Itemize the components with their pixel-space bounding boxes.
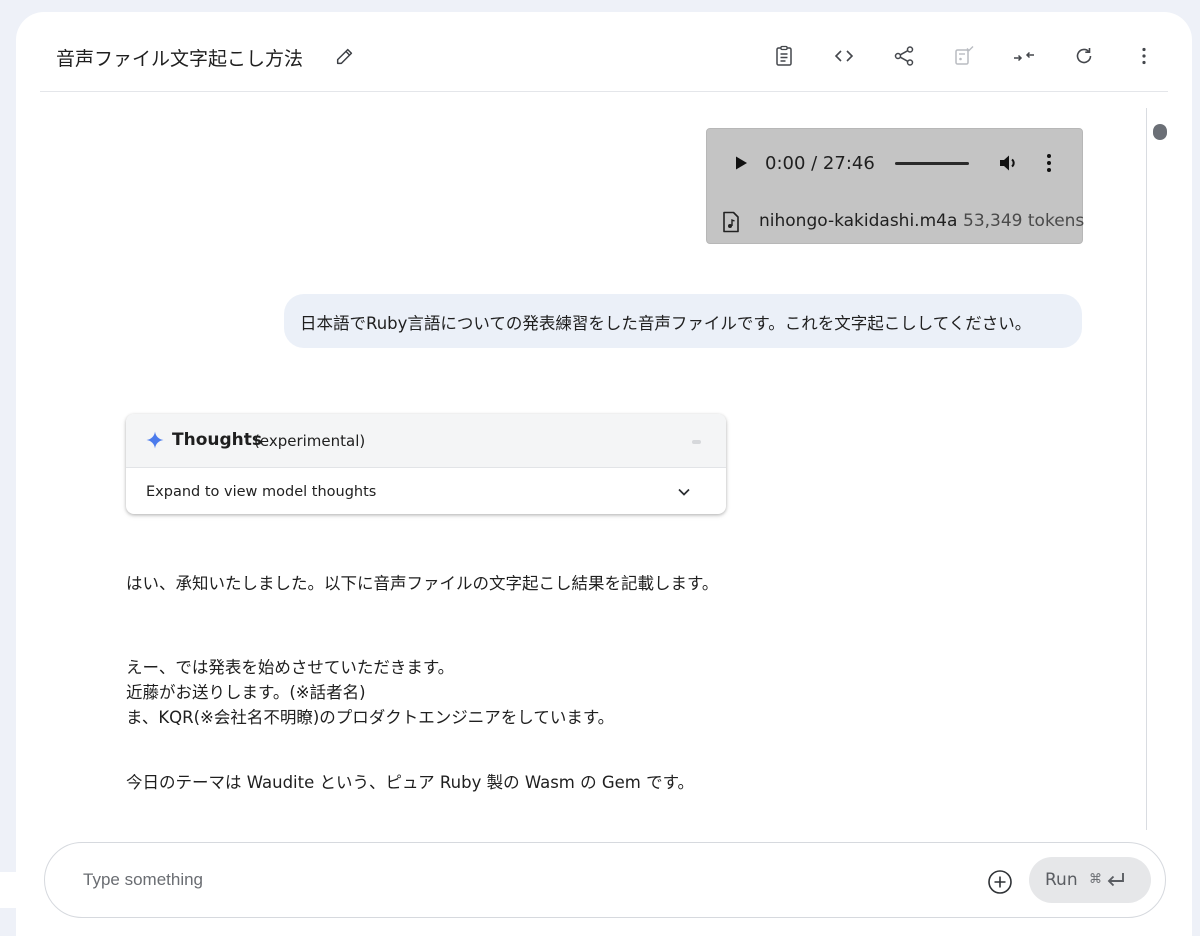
code-icon[interactable] [832,44,856,68]
chat-card: 音声ファイル文字起こし方法 0:00 / 27:46 nihongo-kakid… [16,12,1192,936]
clipboard-icon[interactable] [772,44,796,68]
add-circle-icon[interactable] [987,869,1013,895]
left-edge-strip [0,872,16,908]
spark-icon [146,431,164,449]
run-button-label: Run [1045,870,1078,890]
audio-time: 0:00 / 27:46 [765,153,875,174]
edit-icon[interactable] [334,45,356,67]
more-vert-icon[interactable] [1132,44,1156,68]
response-intro: はい、承知いたしました。以下に音声ファイルの文字起こし結果を記載します。 [126,574,719,593]
response-line: ま、KQR(※会社名不明瞭)のプロダクトエンジニアをしています。 [126,708,615,727]
refresh-icon[interactable] [1072,44,1096,68]
share-icon[interactable] [892,44,916,68]
audio-more-icon[interactable] [1039,151,1059,175]
audio-progress-slider[interactable] [895,162,969,165]
page-title: 音声ファイル文字起こし方法 [56,48,304,70]
scrollbar-thumb[interactable] [1153,124,1167,140]
command-key-icon: ⌘ [1089,872,1102,887]
response-line: 近藤がお送りします。(※話者名) [126,683,366,702]
volume-icon[interactable] [997,151,1021,175]
scrollbar[interactable] [1146,108,1168,830]
play-icon[interactable] [733,155,749,171]
chevron-down-icon[interactable] [674,482,694,502]
response-line: えー、では発表を始めさせていただきます。 [126,658,455,677]
response-line: 今日のテーマは Waudite という、ピュア Ruby 製の Wasm の G… [126,773,694,792]
thoughts-header[interactable]: Thoughts (experimental) [126,414,726,468]
audio-file-icon [721,211,741,233]
enter-key-icon [1105,869,1127,891]
collapse-handle [692,440,701,444]
expand-thoughts-label[interactable]: Expand to view model thoughts [146,484,376,500]
run-button[interactable]: Run ⌘ [1029,857,1151,903]
thoughts-subtitle: (experimental) [254,432,366,450]
thoughts-title: Thoughts [172,430,262,450]
prompt-input[interactable] [83,867,963,893]
user-message: 日本語でRuby言語についての発表練習をした音声ファイルです。これを文字起こしし… [284,294,1082,348]
audio-file-name: nihongo-kakidashi.m4a [759,211,958,231]
compare-icon[interactable] [952,44,976,68]
audio-token-count: 53,349 tokens [963,211,1085,231]
thoughts-panel: Thoughts (experimental) Expand to view m… [126,414,726,514]
prompt-bar: Run ⌘ [44,842,1166,918]
compress-icon[interactable] [1012,44,1036,68]
audio-player: 0:00 / 27:46 nihongo-kakidashi.m4a 53,34… [706,128,1085,244]
header: 音声ファイル文字起こし方法 [40,12,1168,92]
